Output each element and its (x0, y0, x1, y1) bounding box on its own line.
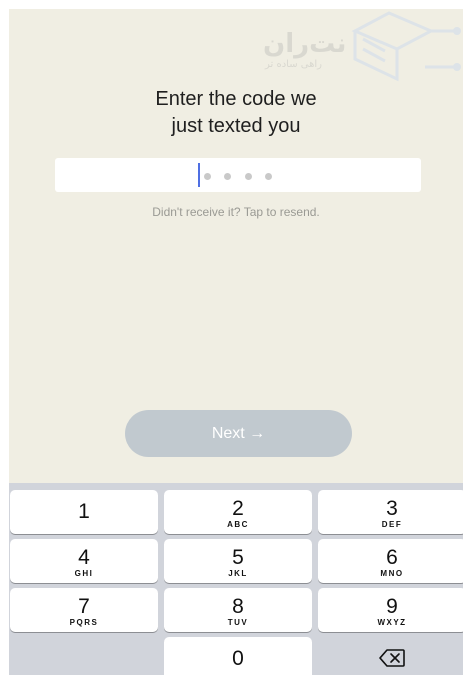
code-digit-placeholder (265, 173, 272, 180)
key-letters: WXYZ (377, 618, 407, 627)
key-letters: JKL (228, 569, 248, 578)
key-6[interactable]: 6 MNO (318, 539, 463, 583)
key-3[interactable]: 3 DEF (318, 490, 463, 534)
key-letters: DEF (381, 520, 403, 529)
key-blank (10, 637, 158, 675)
numeric-keypad: 1 2 ABC 3 DEF 4 GHI 5 JKL 6 MNO 7 PQRS 8… (9, 483, 463, 675)
key-7[interactable]: 7 PQRS (10, 588, 158, 632)
next-button[interactable]: Next → (125, 410, 352, 457)
key-letters: ABC (227, 520, 249, 529)
resend-link[interactable]: Didn't receive it? Tap to resend. (9, 205, 463, 219)
prompt-line-2: just texted you (171, 115, 301, 137)
key-digit: 8 (232, 595, 244, 618)
key-digit: 7 (78, 595, 90, 618)
key-2[interactable]: 2 ABC (164, 490, 312, 534)
watermark-tagline: راهی ساده تر (265, 59, 322, 70)
key-digit: 9 (386, 595, 398, 618)
key-digit: 3 (386, 497, 398, 520)
text-cursor (198, 163, 200, 187)
verification-screen: نت‌ران راهی ساده تر Enter the code we ju… (9, 9, 463, 675)
key-9[interactable]: 9 WXYZ (318, 588, 463, 632)
key-5[interactable]: 5 JKL (164, 539, 312, 583)
key-delete[interactable] (318, 637, 463, 675)
watermark-brand: نت‌ران (263, 29, 347, 59)
key-digit: 4 (78, 546, 90, 569)
key-letters: MNO (380, 569, 404, 578)
key-digit: 5 (232, 546, 244, 569)
key-8[interactable]: 8 TUV (164, 588, 312, 632)
code-digit-placeholder (224, 173, 231, 180)
backspace-icon (379, 649, 405, 667)
key-letters: TUV (227, 618, 249, 627)
key-digit: 1 (78, 500, 90, 523)
code-digit-placeholder (204, 173, 211, 180)
key-0[interactable]: 0 (164, 637, 312, 675)
watermark-logo-icon (351, 11, 461, 82)
key-letters: PQRS (69, 618, 99, 627)
code-digit-placeholder (245, 173, 252, 180)
key-digit: 2 (232, 497, 244, 520)
prompt-heading: Enter the code we just texted you (9, 86, 463, 140)
code-input[interactable] (55, 158, 421, 192)
key-digit: 6 (386, 546, 398, 569)
key-letters: GHI (74, 569, 94, 578)
prompt-line-1: Enter the code we (155, 88, 317, 110)
key-4[interactable]: 4 GHI (10, 539, 158, 583)
key-1[interactable]: 1 (10, 490, 158, 534)
key-digit: 0 (232, 647, 244, 670)
